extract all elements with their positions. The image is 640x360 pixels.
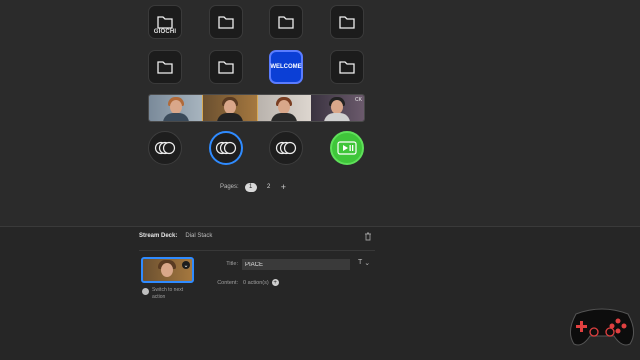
key-welcome[interactable]: WELCOME [269, 50, 303, 84]
switch-icon [142, 288, 149, 295]
switch-label: Switch to next action [152, 287, 184, 300]
body-shape [162, 113, 189, 121]
strip-segment-1[interactable] [149, 95, 203, 121]
pages-label: Pages: [220, 184, 239, 190]
content-label: Content: [217, 280, 238, 286]
page-2-button[interactable]: 2 [263, 183, 275, 192]
title-input[interactable] [242, 259, 350, 270]
page-1-button[interactable]: 1 [244, 182, 257, 192]
title-format-button[interactable]: T ⌄ [358, 259, 370, 267]
strip-segment-4[interactable]: CK [310, 95, 364, 121]
key-folder[interactable] [148, 50, 182, 84]
content-count: 0 action(s) [243, 279, 269, 286]
folder-icon [218, 61, 234, 74]
divider [139, 250, 375, 251]
key-folder[interactable] [209, 5, 243, 39]
body-shape [271, 113, 298, 121]
panel-header: Stream Deck: Dial Stack [139, 233, 212, 239]
key-folder-giochi[interactable]: GIOCHI [148, 5, 182, 39]
body-shape [324, 113, 351, 121]
face-shape [223, 100, 236, 114]
dial-stack-icon [275, 141, 297, 155]
folder-icon [339, 61, 355, 74]
dial-2-selected[interactable] [209, 131, 243, 165]
dial-3[interactable] [269, 131, 303, 165]
dial-stack-icon [215, 141, 237, 155]
text-format-icon: T [358, 259, 363, 266]
folder-icon [157, 16, 173, 29]
face-shape [331, 100, 344, 114]
chevron-down-icon[interactable]: ⌄ [182, 261, 190, 269]
folder-icon [218, 16, 234, 29]
strip-tag: CK [355, 97, 362, 103]
key-label: GIOCHI [153, 29, 177, 35]
switch-to-next-action[interactable]: Switch to next action [142, 287, 196, 301]
add-action-button[interactable]: + [271, 279, 279, 286]
strip-segment-3[interactable] [257, 95, 311, 121]
dial-stack-icon [154, 141, 176, 155]
folder-icon [157, 61, 173, 74]
gamepad-logo [570, 308, 634, 346]
face-shape [169, 100, 182, 114]
key-folder[interactable] [269, 5, 303, 39]
chevron-down-icon: ⌄ [364, 260, 371, 267]
dial-4-play-pause[interactable] [330, 131, 364, 165]
key-folder[interactable] [330, 5, 364, 39]
play-pause-icon [337, 141, 357, 155]
property-inspector: Stream Deck: Dial Stack ⌄ Switch to next… [0, 226, 640, 360]
body-shape [216, 113, 243, 121]
strip-segment-2[interactable] [202, 95, 258, 121]
folder-icon [278, 16, 294, 29]
action-name: Dial Stack [185, 233, 213, 239]
stream-deck-canvas: GIOCHI WELCOME CK Pages: 1 2 + [0, 0, 640, 226]
welcome-label: WELCOME [270, 64, 302, 70]
trash-icon[interactable] [364, 232, 372, 241]
action-preview[interactable]: ⌄ [141, 257, 194, 283]
touch-strip[interactable]: CK [148, 94, 365, 122]
device-label: Stream Deck: [139, 233, 178, 239]
add-page-button[interactable]: + [281, 182, 286, 192]
folder-icon [339, 16, 355, 29]
content-value: 0 action(s) + [243, 279, 279, 286]
key-folder[interactable] [209, 50, 243, 84]
face-shape [161, 263, 173, 277]
title-label: Title: [226, 261, 238, 267]
dial-1[interactable] [148, 131, 182, 165]
key-folder[interactable] [330, 50, 364, 84]
pages-control: Pages: 1 2 + [220, 181, 286, 193]
face-shape [278, 100, 291, 114]
